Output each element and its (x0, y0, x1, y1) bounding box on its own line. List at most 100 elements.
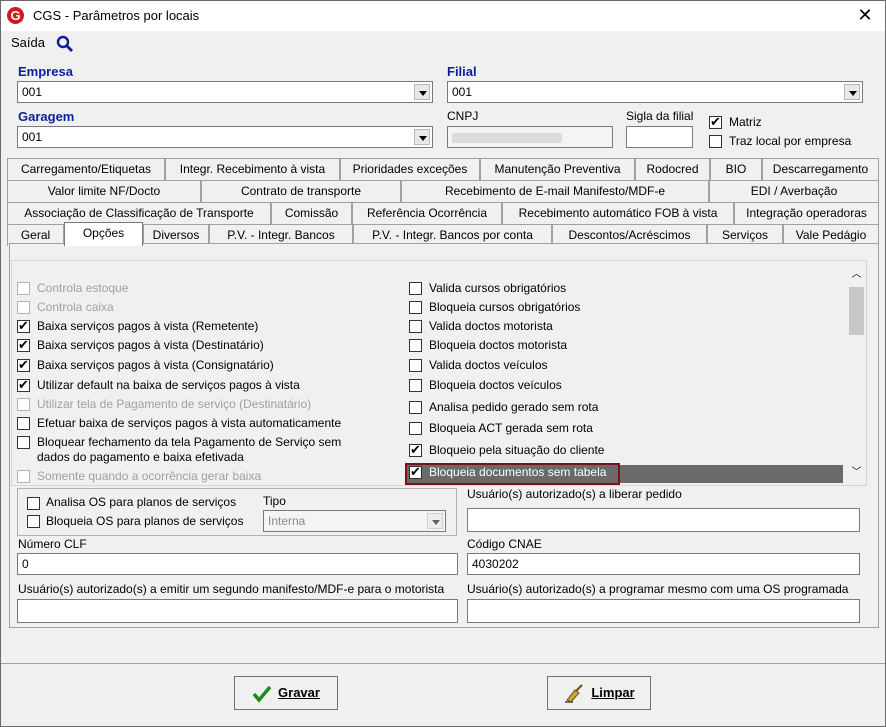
checkbox[interactable] (409, 442, 422, 458)
tipo-combo[interactable]: Interna (263, 510, 446, 532)
bloqueia-os-checkbox[interactable] (27, 515, 40, 528)
cnae-label: Código CNAE (467, 537, 542, 551)
matriz-label: Matriz (729, 115, 762, 129)
option-bloqueia-doctos-veiculos[interactable]: Bloqueia doctos veículos (409, 377, 829, 395)
gravar-button[interactable]: Gravar (234, 676, 338, 710)
option-valida-cursos[interactable]: Valida cursos obrigatórios (409, 280, 829, 298)
empresa-value: 001 (22, 85, 43, 99)
checkbox[interactable] (409, 320, 422, 333)
tab-rodocred[interactable]: Rodocred (635, 158, 710, 180)
matriz-checkbox[interactable] (709, 114, 722, 130)
app-logo-icon: G (7, 7, 24, 24)
tipo-value: Interna (268, 514, 306, 528)
checkbox[interactable] (17, 357, 30, 373)
tab-prioridades[interactable]: Prioridades exceções (340, 158, 480, 180)
scroll-up-icon[interactable]: ︿ (849, 268, 864, 282)
cnpj-field[interactable] (447, 126, 613, 148)
tipo-label: Tipo (263, 494, 286, 508)
tab-integracao-operadoras[interactable]: Integração operadoras (734, 202, 879, 224)
option-controla-caixa[interactable]: Controla caixa (17, 299, 397, 317)
traz-local-checkbox[interactable] (709, 135, 722, 148)
tab-contrato[interactable]: Contrato de transporte (201, 180, 401, 202)
scroll-down-icon[interactable]: ﹀ (849, 466, 864, 480)
option-bloquear-fechamento[interactable]: Bloquear fechamento da tela Pagamento de… (17, 434, 397, 466)
option-controla-estoque[interactable]: Controla estoque (17, 280, 397, 298)
filial-combo[interactable]: 001 (447, 81, 863, 103)
tab-referencia[interactable]: Referência Ocorrência (352, 202, 502, 224)
chevron-down-icon[interactable] (414, 84, 430, 100)
option-utilizar-tela-pagamento[interactable]: Utilizar tela de Pagamento de serviço (D… (17, 396, 397, 414)
option-bloqueia-cursos[interactable]: Bloqueia cursos obrigatórios (409, 299, 829, 317)
usuarios-manifesto-field[interactable] (17, 599, 458, 623)
option-bloqueia-documentos-sem-tabela[interactable]: Bloqueia documentos sem tabela (409, 464, 829, 482)
cnpj-blurred-value (452, 133, 562, 143)
search-icon[interactable] (55, 35, 75, 53)
empresa-combo[interactable]: 001 (17, 81, 433, 103)
checkbox[interactable] (409, 282, 422, 295)
checkbox[interactable] (409, 422, 422, 435)
checkbox[interactable] (17, 282, 30, 295)
scrollbar-thumb[interactable] (849, 287, 864, 335)
checkbox[interactable] (409, 401, 422, 414)
cnae-value: 4030202 (472, 557, 519, 571)
option-bloqueia-doctos-motorista[interactable]: Bloqueia doctos motorista (409, 337, 829, 355)
option-analisa-pedido[interactable]: Analisa pedido gerado sem rota (409, 399, 829, 417)
analisa-os-checkbox[interactable] (27, 497, 40, 510)
cnpj-label: CNPJ (447, 109, 479, 123)
checkbox[interactable] (17, 398, 30, 411)
checkbox[interactable] (17, 417, 30, 430)
numero-clf-field[interactable]: 0 (17, 553, 458, 575)
option-bloqueio-situacao[interactable]: Bloqueio pela situação do cliente (409, 442, 829, 460)
tab-opcoes[interactable]: Opções (64, 222, 143, 246)
checkbox[interactable] (409, 464, 422, 480)
checkbox[interactable] (409, 339, 422, 352)
tab-recebimento-fob[interactable]: Recebimento automático FOB à vista (502, 202, 734, 224)
usuarios-programar-field[interactable] (467, 599, 860, 623)
tab-associacao[interactable]: Associação de Classificação de Transport… (7, 202, 271, 224)
option-baixa-consignatario[interactable]: Baixa serviços pagos à vista (Consignatá… (17, 357, 397, 375)
traz-local-label: Traz local por empresa (729, 134, 852, 148)
option-bloqueia-act[interactable]: Bloqueia ACT gerada sem rota (409, 420, 829, 438)
checkbox[interactable] (17, 377, 30, 393)
checkbox[interactable] (17, 470, 30, 483)
checkbox[interactable] (409, 359, 422, 372)
chevron-down-icon[interactable] (427, 513, 443, 529)
option-valida-doctos-veiculos[interactable]: Valida doctos veículos (409, 357, 829, 375)
tab-manutencao[interactable]: Manutenção Preventiva (480, 158, 635, 180)
gravar-label: Gravar (278, 685, 320, 700)
checkbox[interactable] (17, 301, 30, 314)
limpar-button[interactable]: Limpar (547, 676, 651, 710)
tab-descarregamento[interactable]: Descarregamento (762, 158, 879, 180)
usuarios-liberar-field[interactable] (467, 508, 860, 532)
analisa-os-label: Analisa OS para planos de serviços (46, 495, 237, 509)
tab-integr-recebimento[interactable]: Integr. Recebimento à vista (165, 158, 340, 180)
checkbox[interactable] (409, 379, 422, 392)
cnae-field[interactable]: 4030202 (467, 553, 860, 575)
tab-valor-limite[interactable]: Valor limite NF/Docto (7, 180, 201, 202)
option-efetuar-baixa[interactable]: Efetuar baixa de serviços pagos à vista … (17, 415, 397, 433)
menu-saida[interactable]: Saída (11, 35, 45, 50)
checkbox[interactable] (409, 301, 422, 314)
eraser-broom-icon (565, 683, 584, 703)
option-baixa-remetente[interactable]: Baixa serviços pagos à vista (Remetente) (17, 318, 397, 336)
tab-edi[interactable]: EDI / Averbação (709, 180, 879, 202)
checkbox[interactable] (17, 436, 30, 449)
tab-row-1: Carregamento/Etiquetas Integr. Recebimen… (7, 158, 879, 180)
tab-carregamento[interactable]: Carregamento/Etiquetas (7, 158, 165, 180)
option-utilizar-default[interactable]: Utilizar default na baixa de serviços pa… (17, 377, 397, 395)
tab-bio[interactable]: BIO (710, 158, 762, 180)
tab-comissao[interactable]: Comissão (271, 202, 352, 224)
sigla-field[interactable] (626, 126, 693, 148)
tab-recebimento-email[interactable]: Recebimento de E-mail Manifesto/MDF-e (401, 180, 709, 202)
checkbox[interactable] (17, 337, 30, 353)
garagem-value: 001 (22, 130, 43, 144)
chevron-down-icon[interactable] (414, 129, 430, 145)
option-valida-doctos-motorista[interactable]: Valida doctos motorista (409, 318, 829, 336)
tab-row-3: Associação de Classificação de Transport… (7, 202, 879, 224)
chevron-down-icon[interactable] (844, 84, 860, 100)
close-icon[interactable]: ✕ (852, 4, 878, 26)
option-somente-ocorrencia[interactable]: Somente quando a ocorrência gerar baixa (17, 468, 397, 486)
checkbox[interactable] (17, 318, 30, 334)
garagem-combo[interactable]: 001 (17, 126, 433, 148)
option-baixa-destinatario[interactable]: Baixa serviços pagos à vista (Destinatár… (17, 337, 397, 355)
